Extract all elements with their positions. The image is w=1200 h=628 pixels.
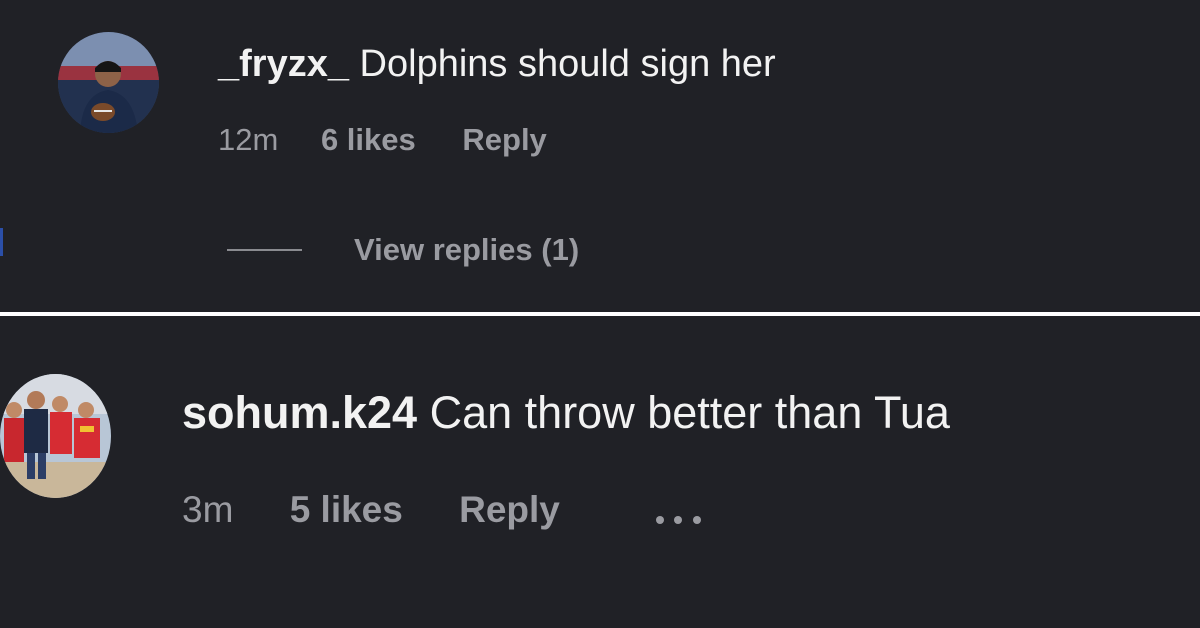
more-dot (656, 516, 665, 525)
likes-count[interactable]: 5 likes (290, 488, 403, 532)
comment-text: Dolphins should sign her (359, 43, 776, 85)
comment-text: Can throw better than Tua (429, 387, 950, 438)
comment-line: sohum.k24 Can throw better than Tua (182, 387, 950, 439)
reply-button[interactable]: Reply (462, 121, 546, 159)
likes-count[interactable]: 6 likes (321, 121, 416, 159)
avatar-fryzx[interactable] (58, 32, 159, 133)
edge-accent (0, 228, 3, 256)
username[interactable]: sohum.k24 (182, 387, 417, 438)
more-options-icon[interactable] (656, 490, 701, 534)
avatar-image (58, 32, 159, 133)
more-dot (692, 516, 701, 525)
comment-timestamp: 3m (182, 489, 234, 530)
comment-meta: 12m 6 likes Reply (218, 121, 547, 159)
avatar-sohum[interactable] (0, 374, 111, 498)
comment-meta: 3m 5 likes Reply (182, 488, 701, 534)
replies-divider (227, 249, 302, 251)
reply-button[interactable]: Reply (459, 488, 560, 532)
more-dot (674, 516, 683, 525)
view-replies-row[interactable]: View replies (1) (227, 232, 579, 268)
username[interactable]: _fryzx_ (218, 43, 349, 85)
comment-panel-2: sohum.k24 Can throw better than Tua 3m 5… (0, 316, 1200, 628)
comment-timestamp: 12m (218, 122, 279, 157)
comment-line: _fryzx_ Dolphins should sign her (218, 42, 776, 86)
view-replies-button[interactable]: View replies (1) (354, 232, 579, 268)
comment-panel-1: _fryzx_ Dolphins should sign her 12m 6 l… (0, 0, 1200, 312)
avatar-image (0, 374, 111, 498)
